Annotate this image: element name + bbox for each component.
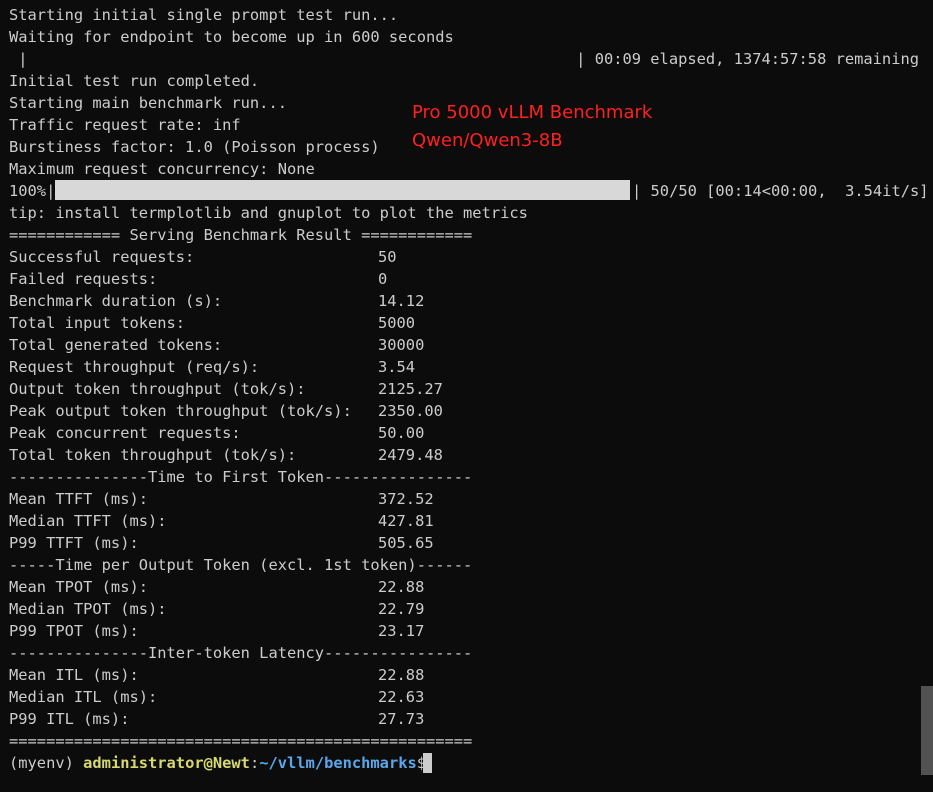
- terminal-line-traffic-rate: Traffic request rate: inf: [9, 116, 241, 134]
- metric-label: Mean TTFT (ms):: [9, 490, 148, 508]
- result-section-header: ============ Serving Benchmark Result ==…: [9, 226, 473, 244]
- terminal-line-waiting: Waiting for endpoint to become up in 600…: [9, 28, 454, 46]
- metric-label: Total generated tokens:: [9, 336, 223, 354]
- metric-label: Successful requests:: [9, 248, 195, 266]
- metric-label: P99 TTFT (ms):: [9, 534, 139, 552]
- metric-value: 22.88: [378, 666, 425, 684]
- benchmark-title-overlay: Pro 5000 vLLM Benchmark: [412, 102, 653, 123]
- terminal-line-start-test: Starting initial single prompt test run.…: [9, 6, 399, 24]
- benchmark-progress-fill: [55, 180, 630, 200]
- terminal-line-max-concurrency: Maximum request concurrency: None: [9, 160, 315, 178]
- progress-percent: 100%|: [9, 182, 56, 200]
- result-section-footer: ========================================…: [9, 732, 473, 750]
- model-name-overlay: Qwen/Qwen3-8B: [412, 130, 563, 151]
- prompt-separator: :: [249, 754, 260, 772]
- prompt-user-host: administrator@Newt: [83, 754, 250, 772]
- metric-label: Median TTFT (ms):: [9, 512, 167, 530]
- metric-label: P99 ITL (ms):: [9, 710, 130, 728]
- metric-label: P99 TPOT (ms):: [9, 622, 139, 640]
- wait-progress-left: |: [9, 50, 28, 68]
- metric-label: Output token throughput (tok/s):: [9, 380, 306, 398]
- metric-value: 0: [378, 270, 388, 288]
- metric-value: 50: [378, 248, 397, 266]
- metric-label: Mean TPOT (ms):: [9, 578, 148, 596]
- metric-label: Median ITL (ms):: [9, 688, 158, 706]
- terminal-line-tip: tip: install termplotlib and gnuplot to …: [9, 204, 528, 222]
- prompt-env: (myenv): [9, 754, 84, 772]
- metric-value: 27.73: [378, 710, 425, 728]
- metric-label: Peak concurrent requests:: [9, 424, 241, 442]
- metric-label: Mean ITL (ms):: [9, 666, 139, 684]
- metric-value: 23.17: [378, 622, 425, 640]
- ttft-section-header: ---------------Time to First Token------…: [9, 468, 473, 486]
- metric-value: 2479.48: [378, 446, 443, 464]
- metric-value: 505.65: [378, 534, 434, 552]
- metric-value: 427.81: [378, 512, 434, 530]
- metric-value: 3.54: [378, 358, 416, 376]
- text-cursor[interactable]: [423, 753, 432, 773]
- terminal-line-burstiness: Burstiness factor: 1.0 (Poisson process): [9, 138, 380, 156]
- itl-section-header: ---------------Inter-token Latency------…: [9, 644, 473, 662]
- metric-value: 30000: [378, 336, 425, 354]
- metric-label: Total token throughput (tok/s):: [9, 446, 297, 464]
- benchmark-progress-bar: [55, 180, 630, 200]
- metric-value: 22.88: [378, 578, 425, 596]
- terminal-window[interactable]: Starting initial single prompt test run.…: [0, 0, 933, 792]
- shell-prompt[interactable]: (myenv) administrator@Newt:~/vllm/benchm…: [9, 752, 435, 774]
- metric-value: 22.63: [378, 688, 425, 706]
- metric-label: Median TPOT (ms):: [9, 600, 167, 618]
- metric-value: 14.12: [378, 292, 425, 310]
- metric-label: Request throughput (req/s):: [9, 358, 260, 376]
- terminal-line-starting-main: Starting main benchmark run...: [9, 94, 287, 112]
- metric-label: Benchmark duration (s):: [9, 292, 223, 310]
- metric-value: 5000: [378, 314, 416, 332]
- terminal-scrollbar[interactable]: [921, 686, 933, 775]
- wait-progress-status: | 00:09 elapsed, 1374:57:58 remaining: [576, 50, 919, 68]
- metric-label: Total input tokens:: [9, 314, 186, 332]
- prompt-path: ~/vllm/benchmarks: [259, 754, 417, 772]
- terminal-line-test-completed: Initial test run completed.: [9, 72, 260, 90]
- tpot-section-header: -----Time per Output Token (excl. 1st to…: [9, 556, 473, 574]
- metric-value: 22.79: [378, 600, 425, 618]
- metric-value: 372.52: [378, 490, 434, 508]
- progress-status: | 50/50 [00:14<00:00, 3.54it/s]: [632, 182, 929, 200]
- metric-label: Failed requests:: [9, 270, 158, 288]
- metric-value: 50.00: [378, 424, 425, 442]
- metric-label: Peak output token throughput (tok/s):: [9, 402, 352, 420]
- metric-value: 2125.27: [378, 380, 443, 398]
- metric-value: 2350.00: [378, 402, 443, 420]
